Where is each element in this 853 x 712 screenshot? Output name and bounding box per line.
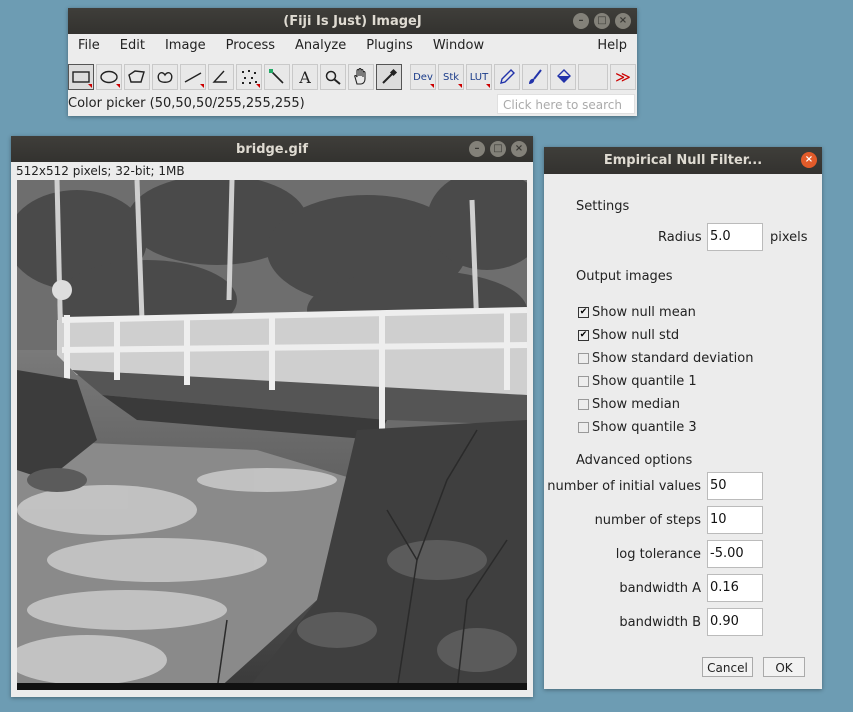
checkbox-box[interactable] <box>578 376 589 387</box>
dev-menu-button[interactable]: Dev <box>410 64 436 90</box>
imagej-title: (Fiji Is Just) ImageJ <box>283 13 422 29</box>
imagej-main-window: (Fiji Is Just) ImageJ – □ × File Edit Im… <box>68 8 637 116</box>
bridge-image[interactable] <box>17 180 527 690</box>
checkbox-box[interactable] <box>578 422 589 433</box>
log-tolerance-label: log tolerance <box>615 547 701 562</box>
oval-tool-icon[interactable] <box>96 64 122 90</box>
freehand-tool-icon[interactable] <box>152 64 178 90</box>
image-window-titlebar[interactable]: bridge.gif – □ × <box>11 136 533 162</box>
lut-menu-button[interactable]: LUT <box>466 64 492 90</box>
minimize-icon[interactable]: – <box>573 13 589 29</box>
brush-tool-icon[interactable] <box>522 64 548 90</box>
radius-label: Radius <box>658 230 702 245</box>
checkbox-label: Show null mean <box>592 305 696 320</box>
image-window: bridge.gif – □ × 512x512 pixels; 32-bit;… <box>11 136 533 697</box>
angle-tool-icon[interactable] <box>208 64 234 90</box>
image-window-title: bridge.gif <box>236 141 308 157</box>
checkbox-show-null-std[interactable]: ✔ Show null std <box>578 328 679 343</box>
stk-menu-button[interactable]: Stk <box>438 64 464 90</box>
menu-help[interactable]: Help <box>587 34 637 58</box>
output-heading: Output images <box>576 269 673 284</box>
close-icon[interactable]: × <box>801 152 817 168</box>
dialog-titlebar[interactable]: Empirical Null Filter... × <box>544 147 822 174</box>
dialog-title: Empirical Null Filter... <box>603 153 763 168</box>
checkbox-label: Show quantile 3 <box>592 420 697 435</box>
imagej-titlebar[interactable]: (Fiji Is Just) ImageJ – □ × <box>68 8 637 34</box>
radius-input[interactable]: 5.0 <box>707 223 763 251</box>
checkbox-label: Show median <box>592 397 680 412</box>
menu-file[interactable]: File <box>68 34 110 58</box>
menu-image[interactable]: Image <box>155 34 216 58</box>
checkbox-show-standard-deviation[interactable]: Show standard deviation <box>578 351 753 366</box>
wand-tool-icon[interactable] <box>264 64 290 90</box>
bandwidth-b-input[interactable]: 0.90 <box>707 608 763 636</box>
menu-analyze[interactable]: Analyze <box>285 34 356 58</box>
number-of-steps-input[interactable]: 10 <box>707 506 763 534</box>
bandwidth-a-input[interactable]: 0.16 <box>707 574 763 602</box>
empty-tool-slot[interactable] <box>578 64 608 90</box>
line-tool-icon[interactable] <box>180 64 206 90</box>
polygon-tool-icon[interactable] <box>124 64 150 90</box>
color-picker-tool-icon[interactable] <box>376 64 402 90</box>
checkbox-box[interactable]: ✔ <box>578 330 589 341</box>
menu-edit[interactable]: Edit <box>110 34 155 58</box>
radius-unit: pixels <box>770 230 808 245</box>
hand-tool-icon[interactable] <box>348 64 374 90</box>
checkbox-show-null-mean[interactable]: ✔ Show null mean <box>578 305 696 320</box>
empirical-null-filter-dialog: Empirical Null Filter... × Settings Radi… <box>544 147 822 689</box>
menu-process[interactable]: Process <box>216 34 285 58</box>
menu-bar: File Edit Image Process Analyze Plugins … <box>68 34 637 58</box>
log-tolerance-input[interactable]: -5.00 <box>707 540 763 568</box>
checkbox-show-quantile-3[interactable]: Show quantile 3 <box>578 420 697 435</box>
cancel-button[interactable]: Cancel <box>702 657 753 677</box>
ok-button[interactable]: OK <box>763 657 805 677</box>
close-icon[interactable]: × <box>615 13 631 29</box>
flood-fill-tool-icon[interactable] <box>550 64 576 90</box>
toolbar: A Dev Stk LUT ≫ <box>68 64 638 92</box>
image-info: 512x512 pixels; 32-bit; 1MB <box>16 164 185 178</box>
status-bar: Color picker (50,50,50/255,255,255) <box>68 96 305 111</box>
advanced-heading: Advanced options <box>576 453 693 468</box>
pencil-tool-icon[interactable] <box>494 64 520 90</box>
maximize-icon[interactable]: □ <box>594 13 610 29</box>
bandwidth-b-label: bandwidth B <box>619 615 701 630</box>
checkbox-box[interactable] <box>578 353 589 364</box>
initial-values-label: number of initial values <box>547 479 701 494</box>
rectangle-tool-icon[interactable] <box>68 64 94 90</box>
checkbox-label: Show null std <box>592 328 680 343</box>
checkbox-label: Show standard deviation <box>592 351 754 366</box>
more-tools-icon[interactable]: ≫ <box>610 64 636 90</box>
magnifier-tool-icon[interactable] <box>320 64 346 90</box>
checkbox-show-median[interactable]: Show median <box>578 397 680 412</box>
checkbox-box[interactable]: ✔ <box>578 307 589 318</box>
multipoint-tool-icon[interactable] <box>236 64 262 90</box>
number-of-steps-label: number of steps <box>594 513 701 528</box>
checkbox-label: Show quantile 1 <box>592 374 697 389</box>
checkbox-show-quantile-1[interactable]: Show quantile 1 <box>578 374 697 389</box>
menu-window[interactable]: Window <box>423 34 494 58</box>
close-icon[interactable]: × <box>511 141 527 157</box>
settings-heading: Settings <box>576 199 630 214</box>
checkbox-box[interactable] <box>578 399 589 410</box>
menu-plugins[interactable]: Plugins <box>356 34 423 58</box>
bandwidth-a-label: bandwidth A <box>619 581 701 596</box>
search-input[interactable]: Click here to search <box>497 94 635 114</box>
text-tool-icon[interactable]: A <box>292 64 318 90</box>
initial-values-input[interactable]: 50 <box>707 472 763 500</box>
maximize-icon[interactable]: □ <box>490 141 506 157</box>
minimize-icon[interactable]: – <box>469 141 485 157</box>
